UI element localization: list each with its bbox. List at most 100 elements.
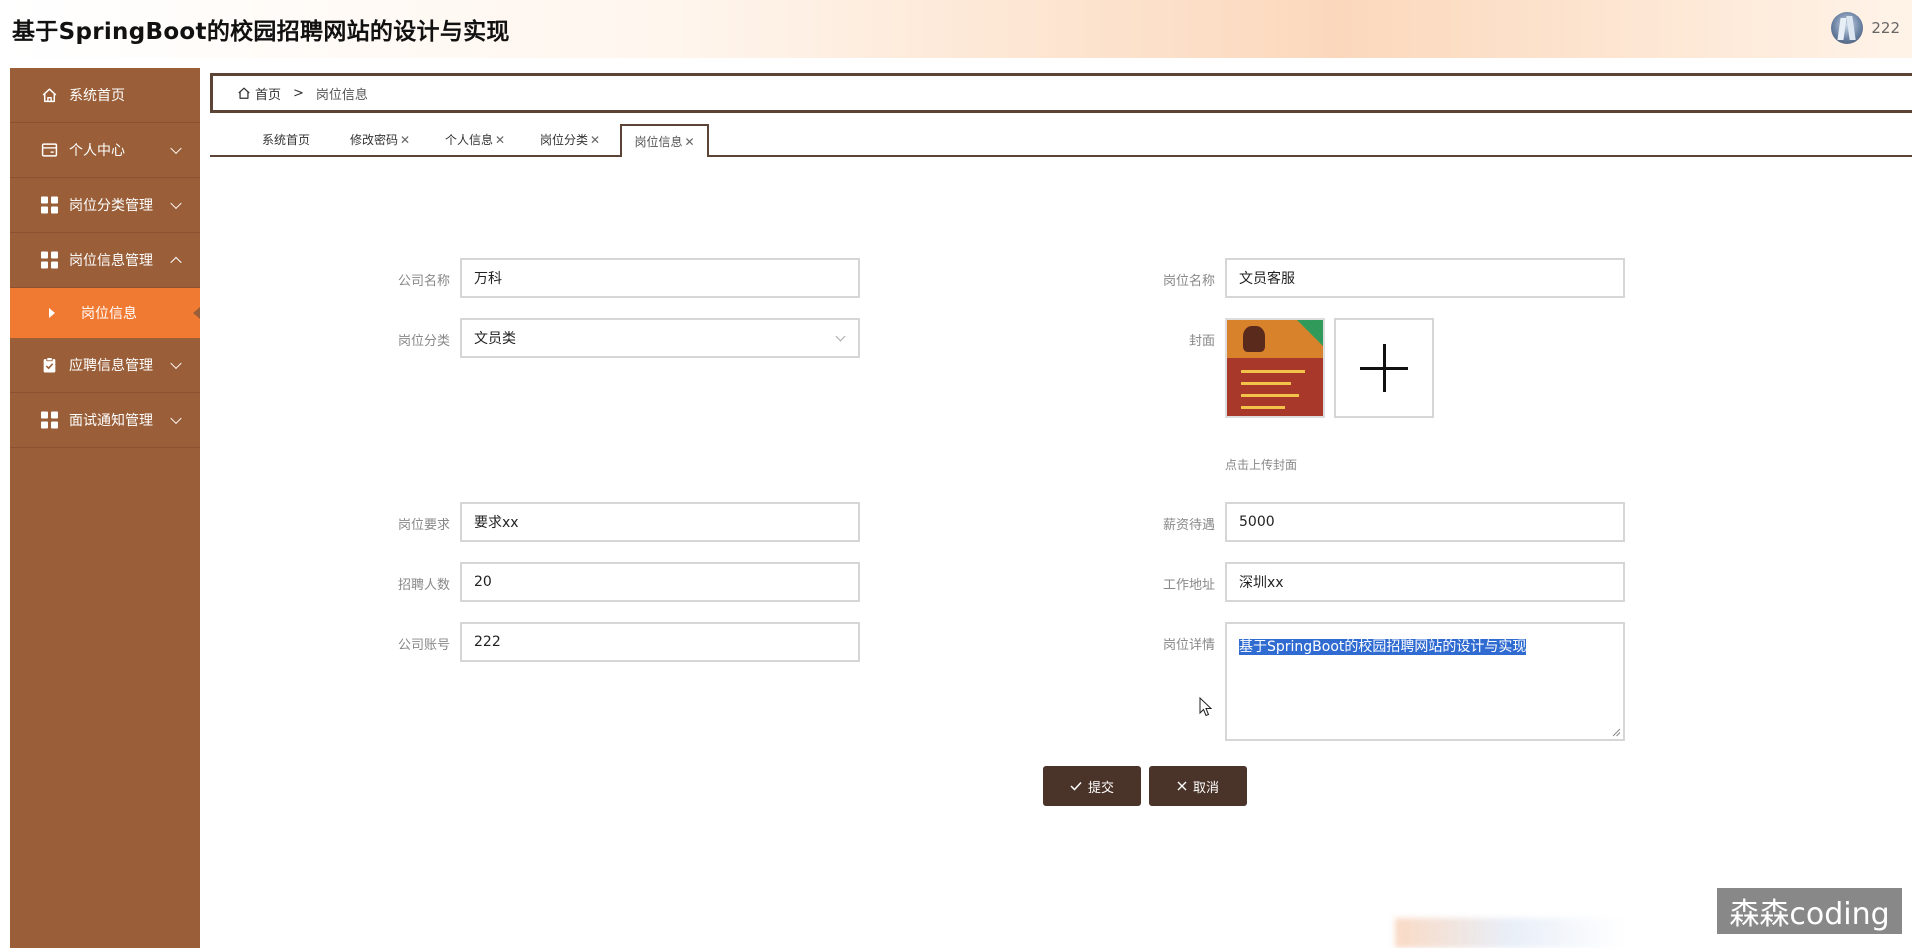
tab-personal-info[interactable]: 个人信息 ✕ bbox=[440, 124, 510, 155]
submit-label: 提交 bbox=[1087, 780, 1114, 796]
sidebar: 系统首页 个人中心 岗位分类管理 岗位信息管理 岗位信息 应聘信息管理 面试通知… bbox=[10, 68, 200, 948]
job-category-select[interactable]: 文员类 bbox=[460, 318, 860, 358]
job-detail-textarea[interactable]: 基于SpringBoot的校园招聘网站的设计与实现 bbox=[1225, 622, 1625, 741]
tab-bar: 系统首页 修改密码 ✕ 个人信息 ✕ 岗位分类 ✕ 岗位信息 ✕ bbox=[210, 124, 1912, 157]
upload-cover-button[interactable] bbox=[1334, 318, 1434, 418]
job-requirement-label: 岗位要求 bbox=[397, 518, 450, 533]
cancel-button[interactable]: 取消 bbox=[1149, 766, 1247, 806]
breadcrumb-separator: > bbox=[293, 85, 304, 101]
plus-icon-stroke bbox=[1382, 344, 1386, 392]
breadcrumb-current: 岗位信息 bbox=[315, 87, 368, 103]
chevron-down-icon bbox=[170, 357, 182, 370]
chevron-down-icon bbox=[170, 142, 182, 155]
tab-system-home[interactable]: 系统首页 bbox=[250, 124, 322, 155]
sidebar-item-label: 个人中心 bbox=[69, 143, 125, 159]
grid-icon bbox=[41, 411, 58, 429]
company-account-label: 公司账号 bbox=[397, 638, 450, 653]
chevron-down-icon bbox=[170, 197, 182, 210]
chevron-up-icon bbox=[170, 256, 182, 269]
tab-job-info[interactable]: 岗位信息 ✕ bbox=[620, 124, 709, 157]
username[interactable]: 222 bbox=[1871, 19, 1900, 37]
background-decoration bbox=[1395, 918, 1625, 948]
work-address-input[interactable]: 深圳xx bbox=[1225, 562, 1625, 602]
sidebar-item-interview[interactable]: 面试通知管理 bbox=[10, 393, 200, 448]
sidebar-item-application[interactable]: 应聘信息管理 bbox=[10, 338, 200, 393]
company-name-label: 公司名称 bbox=[397, 274, 450, 289]
resize-handle-icon[interactable] bbox=[1612, 728, 1621, 737]
tab-label: 个人信息 bbox=[444, 133, 493, 147]
upload-hint: 点击上传封面 bbox=[1225, 458, 1298, 472]
company-name-input[interactable]: 万科 bbox=[460, 258, 860, 298]
close-icon[interactable]: ✕ bbox=[684, 135, 694, 149]
breadcrumb-home[interactable]: 首页 bbox=[237, 84, 281, 103]
grid-icon bbox=[41, 251, 58, 269]
top-header: 基于SpringBoot的校园招聘网站的设计与实现 222 bbox=[0, 0, 1912, 58]
sidebar-item-home[interactable]: 系统首页 bbox=[10, 68, 200, 123]
cover-image-figure bbox=[1243, 326, 1265, 352]
cover-label: 封面 bbox=[1188, 334, 1215, 349]
active-indicator bbox=[193, 307, 200, 319]
breadcrumb: 首页 > 岗位信息 bbox=[210, 73, 1912, 113]
sidebar-item-personal-center[interactable]: 个人中心 bbox=[10, 123, 200, 178]
salary-value: 5000 bbox=[1239, 514, 1275, 530]
cover-image-line bbox=[1241, 394, 1299, 397]
tab-label: 岗位信息 bbox=[634, 135, 683, 149]
headcount-input[interactable]: 20 bbox=[460, 562, 860, 602]
job-detail-value: 基于SpringBoot的校园招聘网站的设计与实现 bbox=[1239, 639, 1527, 655]
job-name-label: 岗位名称 bbox=[1162, 274, 1215, 289]
cover-image-line bbox=[1241, 370, 1305, 373]
tab-label: 岗位分类 bbox=[539, 133, 588, 147]
work-address-label: 工作地址 bbox=[1162, 578, 1215, 593]
cover-image[interactable] bbox=[1225, 318, 1325, 418]
company-account-input[interactable]: 222 bbox=[460, 622, 860, 662]
close-icon[interactable]: ✕ bbox=[400, 133, 410, 147]
sidebar-item-label: 系统首页 bbox=[69, 88, 125, 104]
avatar[interactable] bbox=[1831, 12, 1864, 44]
sidebar-item-label: 应聘信息管理 bbox=[69, 358, 153, 374]
headcount-value: 20 bbox=[474, 574, 492, 590]
app-title: 基于SpringBoot的校园招聘网站的设计与实现 bbox=[12, 19, 510, 45]
chevron-down-icon bbox=[170, 412, 182, 425]
job-category-value: 文员类 bbox=[474, 331, 516, 347]
job-category-label: 岗位分类 bbox=[397, 334, 450, 349]
caret-right-icon bbox=[49, 308, 55, 318]
grid-icon bbox=[41, 196, 58, 214]
cancel-label: 取消 bbox=[1192, 780, 1219, 796]
home-icon bbox=[42, 88, 57, 103]
close-icon[interactable]: ✕ bbox=[495, 133, 505, 147]
sidebar-subitem-job-info[interactable]: 岗位信息 bbox=[10, 288, 200, 338]
close-icon bbox=[1177, 781, 1187, 791]
tab-change-password[interactable]: 修改密码 ✕ bbox=[345, 124, 415, 155]
cover-image-corner bbox=[1297, 320, 1323, 346]
job-detail-label: 岗位详情 bbox=[1162, 638, 1215, 653]
watermark: 森森coding bbox=[1717, 888, 1902, 934]
chevron-down-icon bbox=[835, 331, 846, 342]
work-address-value: 深圳xx bbox=[1239, 575, 1284, 591]
wallet-icon bbox=[41, 143, 58, 157]
tab-job-category[interactable]: 岗位分类 ✕ bbox=[535, 124, 605, 155]
check-icon bbox=[1070, 781, 1082, 791]
sidebar-subitem-label: 岗位信息 bbox=[81, 306, 137, 322]
headcount-label: 招聘人数 bbox=[397, 578, 450, 593]
sidebar-item-label: 岗位分类管理 bbox=[69, 198, 153, 214]
job-name-value: 文员客服 bbox=[1239, 271, 1295, 287]
salary-input[interactable]: 5000 bbox=[1225, 502, 1625, 542]
submit-button[interactable]: 提交 bbox=[1043, 766, 1141, 806]
sidebar-item-job-category[interactable]: 岗位分类管理 bbox=[10, 178, 200, 233]
close-icon[interactable]: ✕ bbox=[590, 133, 600, 147]
home-icon bbox=[238, 87, 250, 99]
sidebar-item-job-info[interactable]: 岗位信息管理 bbox=[10, 233, 200, 288]
sidebar-item-label: 面试通知管理 bbox=[69, 413, 153, 429]
company-name-value: 万科 bbox=[474, 271, 502, 287]
job-requirement-input[interactable]: 要求xx bbox=[460, 502, 860, 542]
breadcrumb-home-label: 首页 bbox=[255, 87, 282, 103]
company-account-value: 222 bbox=[474, 634, 501, 650]
tab-label: 修改密码 bbox=[349, 133, 398, 147]
cover-image-line bbox=[1241, 406, 1285, 409]
clipboard-icon bbox=[43, 357, 56, 373]
job-requirement-value: 要求xx bbox=[474, 515, 519, 531]
salary-label: 薪资待遇 bbox=[1162, 518, 1215, 533]
user-menu[interactable]: 222 bbox=[1831, 12, 1900, 44]
tab-label: 系统首页 bbox=[261, 133, 310, 147]
job-name-input[interactable]: 文员客服 bbox=[1225, 258, 1625, 298]
